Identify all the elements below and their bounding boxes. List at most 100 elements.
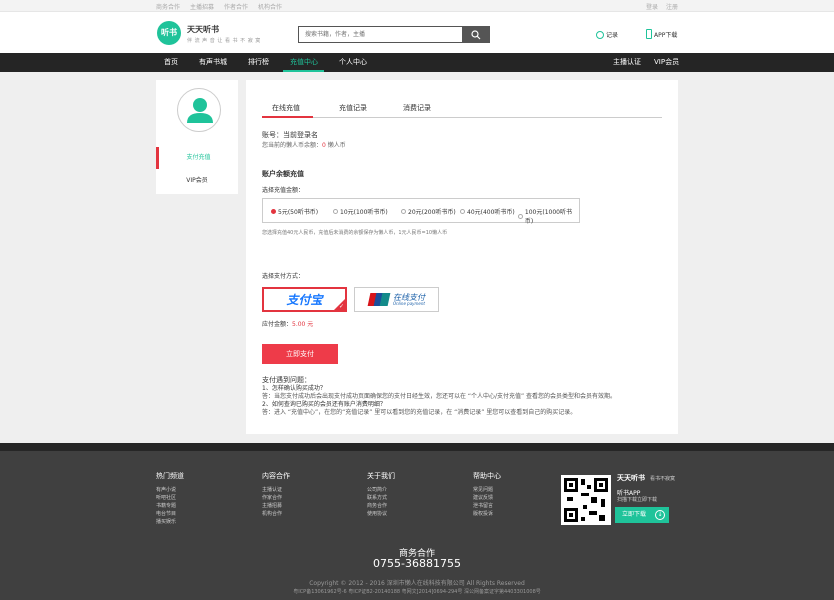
avatar[interactable] <box>177 88 221 132</box>
pay-now-button[interactable]: 立即支付 <box>262 344 338 364</box>
footer-link[interactable]: 使用协议 <box>367 510 395 518</box>
choose-payment-label: 选择支付方式： <box>262 273 305 280</box>
phone-icon <box>646 29 652 39</box>
search-icon <box>471 29 481 39</box>
nav-item-bookstore[interactable]: 有声书城 <box>199 53 227 72</box>
footer-link[interactable]: 版权投诉 <box>473 510 501 518</box>
nav-active-indicator <box>283 70 324 72</box>
footer-link[interactable]: 听吧社区 <box>156 494 184 502</box>
footer-link[interactable]: 商务合作 <box>367 502 395 510</box>
top-link-author[interactable]: 作者合作 <box>224 2 248 11</box>
brand-slogan: 伴 流 声 音 让 看 书 不 寂 寞 <box>187 38 261 44</box>
footer-link[interactable]: 书籍专题 <box>156 502 184 510</box>
footer-app-subtitle: 扫描下载立即下载 <box>617 497 658 503</box>
nav-item-personal[interactable]: 个人中心 <box>339 53 367 72</box>
footer-link[interactable]: 主播招募 <box>262 502 290 510</box>
amount-option-label: 40元(400听书币) <box>467 209 515 216</box>
search-button[interactable] <box>462 26 490 43</box>
footer-link[interactable]: 有声小说 <box>156 486 184 494</box>
search-input[interactable] <box>299 27 462 42</box>
balance-prefix: 您当前的懒人币余额： <box>262 142 323 149</box>
footer-brand: 天天听书 <box>617 474 645 482</box>
recharge-tabs: 在线充值 充值记录 消费记录 <box>262 100 662 118</box>
balance-suffix: 懒人币 <box>325 142 346 149</box>
footer-column-content: 内容合作 主播认证 作家合作 主播招募 机构合作 <box>262 471 290 518</box>
tab-consumption-history[interactable]: 消费记录 <box>403 103 431 113</box>
footer-link[interactable]: 主播认证 <box>262 486 290 494</box>
top-link-business[interactable]: 商务合作 <box>156 2 180 11</box>
amount-option-10[interactable]: 10元(100听书币) <box>333 207 388 216</box>
logo-icon[interactable]: 听书 <box>157 21 181 45</box>
site-header: 听书 天天听书 伴 流 声 音 让 看 书 不 寂 寞 记录 APP下载 <box>0 12 834 53</box>
amount-due-label: 应付金额： <box>262 321 293 328</box>
main-nav: 首页 有声书城 排行榜 充值中心 个人中心 主播认证 VIP会员 <box>0 53 834 72</box>
copyright: Copyright © 2012 - 2016 深圳市懒人在线科技有限公司 Al… <box>309 580 525 587</box>
faq-q2: 2、如何查询已购买的会员还有账户消费明细？ <box>262 401 386 408</box>
history-link[interactable]: 记录 <box>596 30 618 39</box>
site-footer: 热门频道 有声小说 听吧社区 书籍专题 电台节目 播买娱乐 内容合作 主播认证 … <box>0 443 834 600</box>
brand-name[interactable]: 天天听书 <box>187 24 219 35</box>
unionpay-option[interactable]: 在线支付 Online payment <box>354 287 439 312</box>
download-label: 立即下载 <box>622 511 647 518</box>
footer-link[interactable]: 电台节目 <box>156 510 184 518</box>
balance-line: 您当前的懒人币余额：0 懒人币 <box>262 140 346 149</box>
footer-link[interactable]: 播买娱乐 <box>156 518 184 526</box>
radio-icon <box>401 209 406 214</box>
amount-option-40[interactable]: 40元(400听书币) <box>460 207 515 216</box>
footer-link[interactable]: 常见问题 <box>473 486 501 494</box>
recharge-note: 您选择充值40元人民币，充值后未消费的余额保存为懒人币，1元人民币=10懒人币 <box>262 230 448 236</box>
footer-column-title: 关于我们 <box>367 472 395 480</box>
nav-item-ranking[interactable]: 排行榜 <box>248 53 269 72</box>
tab-online-recharge[interactable]: 在线充值 <box>272 103 300 113</box>
choose-amount-label: 选择充值金额： <box>262 187 305 194</box>
top-link-anchor[interactable]: 主播招募 <box>190 2 214 11</box>
auth-links: 登录 注册 <box>646 2 678 11</box>
sidebar-item-recharge[interactable]: 支付充值 <box>156 147 238 169</box>
top-link-agency[interactable]: 机构合作 <box>258 2 282 11</box>
radio-icon <box>460 209 465 214</box>
faq-q1: 1、怎样确认购买成功？ <box>262 385 326 392</box>
nav-item-anchor-cert[interactable]: 主播认证 <box>613 53 641 72</box>
footer-column-title: 帮助中心 <box>473 472 501 480</box>
faq-a1: 答：当您支付成功后会出现支付成功页面确保您的支付日经生效，您还可以在 “个人中心… <box>262 393 617 400</box>
amount-option-5[interactable]: 5元(50听书币) <box>271 207 318 216</box>
amount-option-100[interactable]: 100元(1000听书币) <box>518 207 579 225</box>
app-download-link[interactable]: APP下载 <box>646 29 677 39</box>
sidebar: 支付充值 VIP会员 <box>156 80 238 194</box>
history-label: 记录 <box>606 32 619 39</box>
tab-active-indicator <box>262 116 313 118</box>
alipay-logo: 支付宝 <box>286 293 323 307</box>
footer-link[interactable]: 公司简介 <box>367 486 395 494</box>
nav-item-vip[interactable]: VIP会员 <box>654 53 679 72</box>
footer-column-channels: 热门频道 有声小说 听吧社区 书籍专题 电台节目 播买娱乐 <box>156 471 184 526</box>
business-phone: 0755-36881755 <box>373 557 461 570</box>
download-icon: ↓ <box>655 510 665 520</box>
login-link[interactable]: 登录 <box>646 2 658 11</box>
recharge-panel: 在线充值 充值记录 消费记录 账号：当前登录名 您当前的懒人币余额：0 懒人币 … <box>246 80 678 434</box>
amount-due-value: 5.00 <box>292 321 306 328</box>
clock-icon <box>596 30 604 39</box>
footer-column-title: 内容合作 <box>262 472 290 480</box>
nav-item-home[interactable]: 首页 <box>164 53 178 72</box>
top-links: 商务合作 主播招募 作者合作 机构合作 <box>156 2 282 11</box>
register-link[interactable]: 注册 <box>666 2 678 11</box>
footer-link[interactable]: 作家合作 <box>262 494 290 502</box>
unionpay-logo: 在线支付 Online payment <box>367 293 425 306</box>
footer-link[interactable]: 联系方式 <box>367 494 395 502</box>
amount-option-label: 5元(50听书币) <box>278 209 319 216</box>
unionpay-label-en: Online payment <box>393 300 425 306</box>
footer-brand-slogan: 看书不寂寞 <box>650 476 676 482</box>
search-box <box>298 26 463 43</box>
amount-due: 应付金额：5.00 元 <box>262 319 313 328</box>
alipay-option[interactable]: 支付宝 ✓ <box>262 287 347 312</box>
footer-link[interactable]: 建议反馈 <box>473 494 501 502</box>
footer-link[interactable]: 机构合作 <box>262 510 290 518</box>
download-button[interactable]: 立即下载 ↓ <box>615 507 669 523</box>
tab-recharge-history[interactable]: 充值记录 <box>339 103 367 113</box>
amount-due-unit: 元 <box>305 321 314 328</box>
footer-column-title: 热门频道 <box>156 472 184 480</box>
footer-link[interactable]: 泄书留言 <box>473 502 501 510</box>
unionpay-icon <box>367 293 391 306</box>
amount-option-20[interactable]: 20元(200听书币) <box>401 207 456 216</box>
sidebar-item-vip[interactable]: VIP会员 <box>156 170 238 192</box>
